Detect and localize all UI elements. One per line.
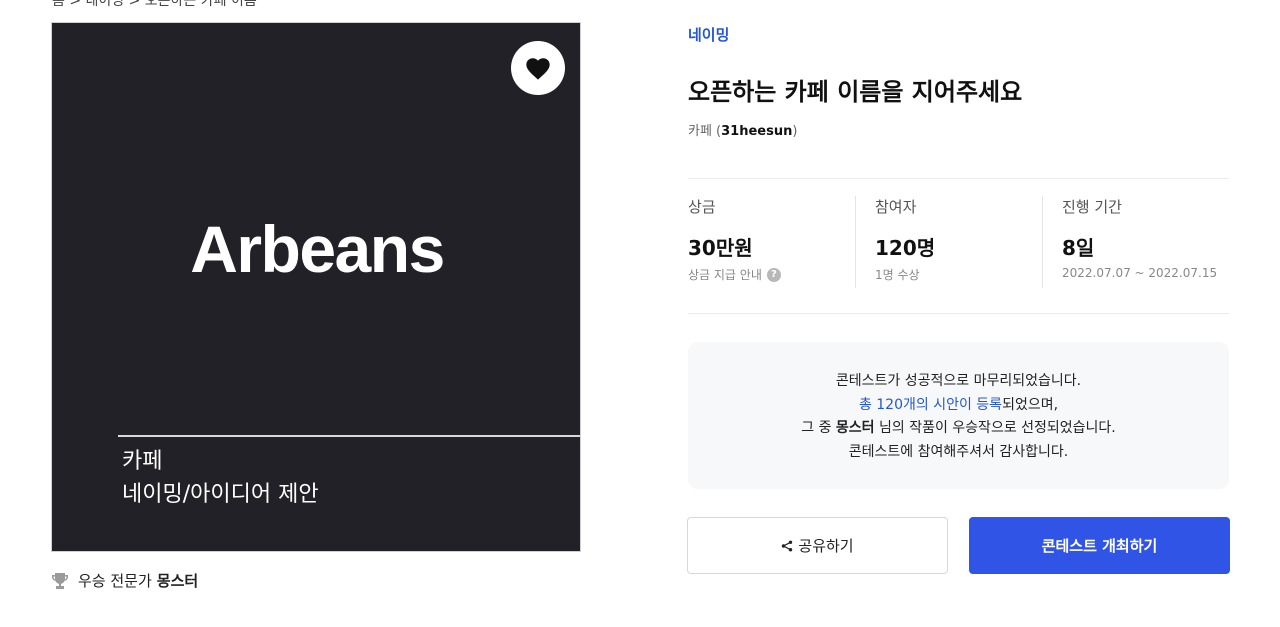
winner-name[interactable]: 몽스터 [157, 570, 198, 591]
help-icon[interactable]: ? [766, 267, 781, 282]
heart-icon [526, 58, 550, 80]
stat-period-label: 진행 기간 [1062, 198, 1122, 216]
notice-line-2-rest: 되었으며, [1002, 396, 1059, 413]
stat-participants: 참여자 120명 1명 수상 [855, 196, 1042, 288]
contest-sub-category: 카페 [688, 124, 712, 139]
divider-bottom [688, 313, 1229, 314]
poster-caption-type: 네이밍/아이디어 제안 [122, 482, 319, 507]
contest-host-username[interactable]: 31heesun [721, 124, 792, 139]
notice-line-3: 그 중 몽스터 님의 작품이 우승작으로 선정되었습니다. [688, 417, 1229, 441]
contest-stats: 상금 30만원 상금 지급 안내 ? 참여자 120명 1명 수상 진행 기간 … [688, 196, 1229, 288]
stat-prize-note: 상금 지급 안내 [688, 268, 762, 282]
notice-line-3-prefix: 그 중 [801, 420, 832, 436]
stat-prize-label: 상금 [688, 198, 716, 216]
stat-period-value: 8일 [1062, 236, 1095, 260]
stat-participants-value: 120명 [875, 236, 936, 260]
favorite-button[interactable] [511, 41, 565, 95]
design-brand-text: Arbeans [190, 212, 445, 286]
winning-design-image[interactable]: Arbeans 카페 네이밍/아이디어 제안 [51, 22, 581, 552]
contest-sub-info: 카페 (31heesun) [688, 124, 798, 139]
contest-result-notice: 콘테스트가 성공적으로 마무리되었습니다. 총 120개의 시안이 등록되었으며… [688, 342, 1229, 489]
notice-line-1: 콘테스트가 성공적으로 마무리되었습니다. [835, 373, 1082, 389]
stat-participants-label: 참여자 [875, 198, 917, 216]
poster-divider [118, 435, 580, 437]
poster-caption: 카페 네이밍/아이디어 제안 [122, 445, 319, 511]
divider-top [688, 178, 1229, 179]
host-contest-button[interactable]: 콘테스트 개최하기 [969, 517, 1230, 574]
prize-guide-link[interactable]: 상금 지급 안내 ? [688, 266, 856, 283]
contest-detail-page: 홈 > 네이밍 > 오픈하는 카페 이름 Arbeans 카페 네이밍/아이디어… [0, 0, 1280, 627]
contest-category[interactable]: 네이밍 [688, 24, 729, 45]
stat-prize-value: 30만원 [688, 236, 753, 260]
share-icon [782, 540, 793, 551]
share-button-label: 공유하기 [798, 537, 854, 555]
contest-title: 오픈하는 카페 이름을 지어주세요 [688, 78, 1023, 106]
poster-caption-category: 카페 [122, 449, 163, 474]
breadcrumb: 홈 > 네이밍 > 오픈하는 카페 이름 [52, 0, 257, 9]
share-button[interactable]: 공유하기 [687, 517, 948, 574]
stat-participants-note: 1명 수상 [875, 268, 920, 282]
submission-count-link[interactable]: 총 120개의 시안이 등록 [859, 397, 1002, 413]
stat-period: 진행 기간 8일 2022.07.07 ~ 2022.07.15 [1042, 196, 1229, 288]
trophy-icon [52, 572, 68, 589]
notice-line-4: 콘테스트에 참여해주셔서 감사합니다. [848, 443, 1069, 460]
stat-prize: 상금 30만원 상금 지급 안내 ? [688, 196, 856, 288]
notice-winner-name: 몽스터 [835, 420, 875, 436]
notice-line-3-rest: 님의 작품이 우승작으로 선정되었습니다. [879, 420, 1116, 436]
winner-info: 우승 전문가 몽스터 [52, 570, 198, 591]
stat-period-note: 2022.07.07 ~ 2022.07.15 [1062, 266, 1218, 280]
notice-line-2: 총 120개의 시안이 등록되었으며, [688, 394, 1229, 418]
winner-label: 우승 전문가 [78, 572, 152, 590]
